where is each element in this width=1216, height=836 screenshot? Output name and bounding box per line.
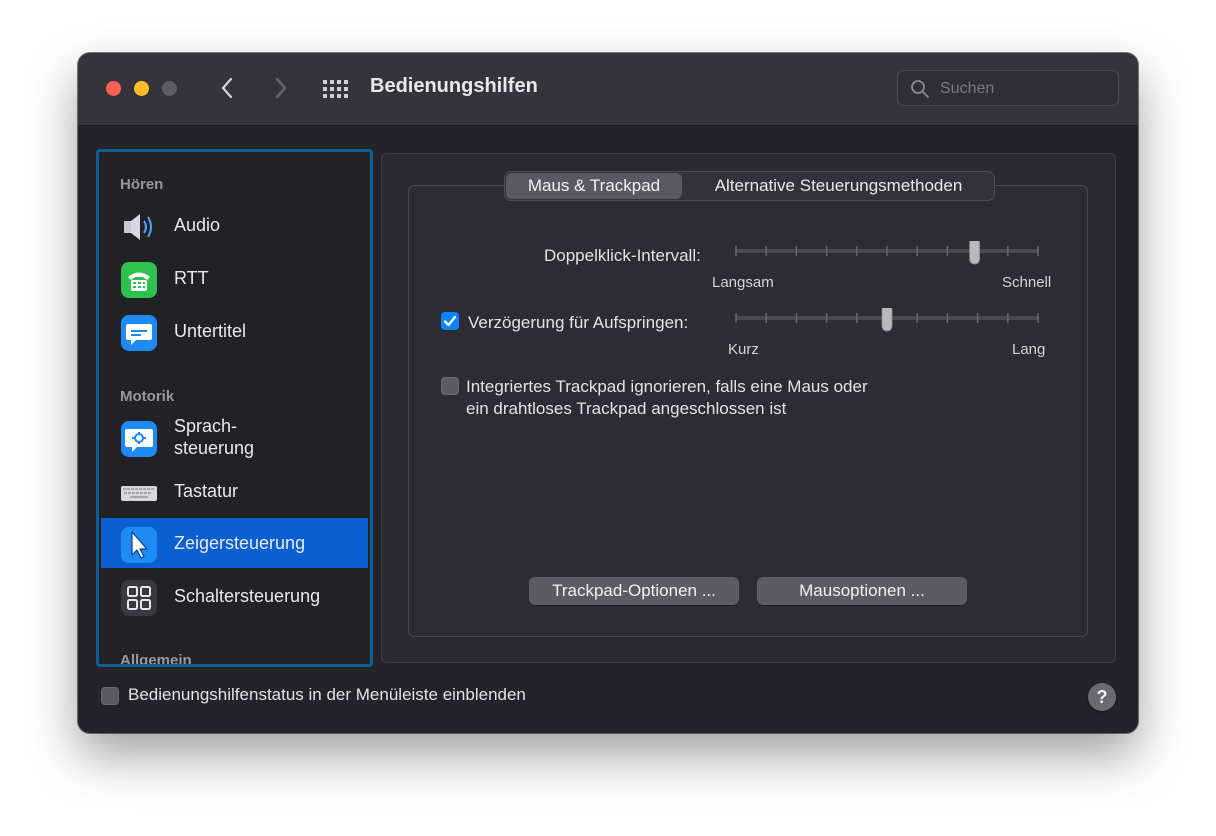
double-click-min-label: Langsam <box>712 274 774 291</box>
double-click-max-label: Schnell <box>1002 274 1052 291</box>
keyboard-icon <box>121 486 157 501</box>
mouse-options-button[interactable]: Mausoptionen ... <box>757 577 967 605</box>
speaker-icon <box>124 214 152 240</box>
sidebar-item-label: Untertitel <box>174 321 247 341</box>
slider-knob[interactable] <box>969 241 980 265</box>
switch-control-icon <box>121 580 157 616</box>
tab-control: Maus & Trackpad Alternative Steuerungsme… <box>504 171 995 201</box>
sidebar-item-label: Schaltersteuerung <box>174 586 321 606</box>
double-click-slider[interactable] <box>730 241 1046 271</box>
spring-delay-slider[interactable] <box>730 308 1046 338</box>
chevron-left-icon <box>221 77 233 99</box>
spring-delay-label: Verzögerung für Aufspringen: <box>468 313 689 332</box>
double-click-label: Doppelklick-Intervall: <box>544 246 701 265</box>
sidebar-item-label: RTT <box>174 268 209 288</box>
voice-control-icon <box>121 421 157 457</box>
show-all-button[interactable] <box>322 79 350 99</box>
minimize-button[interactable] <box>134 81 149 96</box>
sidebar[interactable]: Hören Audio RTT Untertitel Motorik Sprac… <box>96 149 373 667</box>
ignore-trackpad-checkbox[interactable] <box>441 377 459 395</box>
back-button[interactable] <box>216 75 240 101</box>
spring-delay-max-label: Lang <box>1012 341 1046 358</box>
forward-button[interactable] <box>268 75 292 101</box>
sidebar-item-tastatur[interactable]: Tastatur <box>101 466 368 516</box>
zoom-button[interactable] <box>162 81 177 96</box>
window-title: Bedienungshilfen <box>370 75 538 97</box>
section-heading-hoeren: Hören <box>120 176 164 193</box>
sidebar-item-sprachsteuerung[interactable]: Sprach- steuerung <box>101 412 368 468</box>
menu-status-label: Bedienungshilfenstatus in der Menüleiste… <box>128 685 526 704</box>
ignore-trackpad-label: Integriertes Trackpad ignorieren, falls … <box>466 376 868 420</box>
slider-knob[interactable] <box>881 308 893 332</box>
checkmark-icon <box>443 315 457 327</box>
spring-delay-min-label: Kurz <box>728 341 759 358</box>
tab-alternative-steuerungsmethoden[interactable]: Alternative Steuerungsmethoden <box>683 173 994 199</box>
sidebar-item-label: Sprach- steuerung <box>174 416 255 458</box>
sidebar-item-label: Tastatur <box>174 481 239 501</box>
settings-window: Bedienungshilfen Suchen Hören Audio RTT … <box>78 53 1138 733</box>
pointer-icon <box>121 527 157 563</box>
chevron-right-icon <box>275 77 287 99</box>
sidebar-item-label: Audio <box>174 215 221 235</box>
spring-delay-checkbox[interactable] <box>441 312 459 330</box>
teletype-icon <box>121 262 157 298</box>
sidebar-item-schaltersteuerung[interactable]: Schaltersteuerung <box>101 571 368 621</box>
ignore-trackpad-label-line2: ein drahtloses Trackpad angeschlossen is… <box>466 399 787 418</box>
tab-maus-trackpad[interactable]: Maus & Trackpad <box>506 173 682 199</box>
subtitles-icon <box>121 315 157 351</box>
title-bar: Bedienungshilfen Suchen <box>78 53 1138 126</box>
section-heading-motorik: Motorik <box>120 388 175 405</box>
search-field[interactable]: Suchen <box>897 70 1119 106</box>
sidebar-item-audio[interactable]: Audio <box>101 200 368 250</box>
ignore-trackpad-label-line1: Integriertes Trackpad ignorieren, falls … <box>466 377 868 396</box>
section-heading-allgemein: Allgemein <box>120 652 192 667</box>
grid-icon <box>323 80 348 98</box>
trackpad-options-button[interactable]: Trackpad-Optionen ... <box>529 577 739 605</box>
sidebar-item-label: Zeigersteuerung <box>174 533 306 553</box>
close-button[interactable] <box>106 81 121 96</box>
search-icon <box>911 80 929 98</box>
menu-status-checkbox[interactable] <box>101 687 119 705</box>
sidebar-item-untertitel[interactable]: Untertitel <box>101 306 368 356</box>
sidebar-item-zeigersteuerung[interactable]: Zeigersteuerung <box>101 518 368 568</box>
search-placeholder: Suchen <box>940 80 995 97</box>
help-button[interactable]: ? <box>1088 683 1116 711</box>
sidebar-item-rtt[interactable]: RTT <box>101 253 368 303</box>
